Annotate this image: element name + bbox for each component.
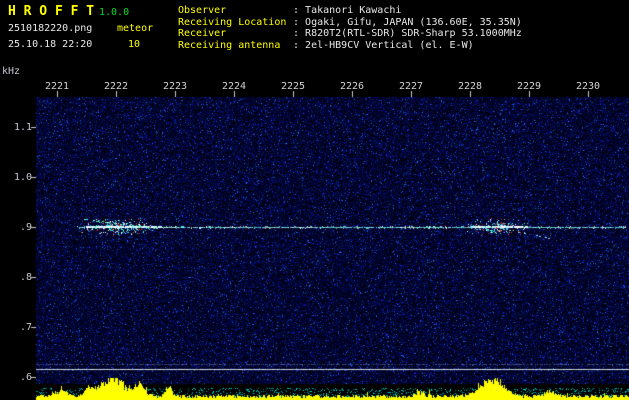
time-tick-label: 2221 bbox=[44, 81, 70, 92]
info-separator: : bbox=[293, 39, 306, 51]
time-tick-label: 2229 bbox=[516, 81, 542, 92]
info-row-receiver: Receiver: R820T2(RTL-SDR) SDR-Sharp 53.1… bbox=[178, 28, 522, 40]
hrofft-output-image: H R O F F T 1.0.0 2510182220.png meteor … bbox=[0, 0, 629, 400]
info-row-location: Receiving Location: Ogaki, Gifu, JAPAN (… bbox=[178, 17, 522, 29]
observation-duration: 10 bbox=[128, 39, 141, 50]
info-separator: : bbox=[293, 5, 306, 16]
time-tick-label: 2226 bbox=[339, 81, 365, 92]
info-label: Receiver bbox=[178, 28, 227, 39]
spectrogram-display bbox=[0, 0, 629, 400]
info-value: R820T2(RTL-SDR) SDR-Sharp 53.1000MHz bbox=[305, 28, 522, 39]
freq-tick-label: .6 bbox=[19, 372, 32, 383]
freq-tick-label: .7 bbox=[19, 322, 32, 333]
time-tick-label: 2225 bbox=[280, 81, 306, 92]
info-separator: : bbox=[293, 16, 306, 28]
info-label: Receiving antenna bbox=[178, 39, 281, 51]
station-info: Observer: Takanori Kawachi Receiving Loc… bbox=[178, 5, 522, 51]
info-value: 2el-HB9CV Vertical (el. E-W) bbox=[305, 39, 474, 51]
info-separator: : bbox=[293, 28, 306, 39]
freq-tick-label: .8 bbox=[19, 272, 32, 283]
time-tick-label: 2228 bbox=[457, 81, 483, 92]
info-row-antenna: Receiving antenna: 2el-HB9CV Vertical (e… bbox=[178, 40, 522, 52]
info-label: Receiving Location bbox=[178, 16, 287, 28]
observation-mode: meteor bbox=[117, 23, 154, 34]
freq-unit-label: kHz bbox=[2, 66, 21, 77]
info-row-observer: Observer: Takanori Kawachi bbox=[178, 5, 522, 17]
time-tick-label: 2227 bbox=[398, 81, 424, 92]
info-value: Ogaki, Gifu, JAPAN (136.60E, 35.35N) bbox=[305, 16, 522, 28]
app-version: 1.0.0 bbox=[99, 7, 130, 18]
info-value: Takanori Kawachi bbox=[305, 5, 402, 16]
output-filename: 2510182220.png bbox=[8, 23, 93, 34]
freq-tick-label: .9 bbox=[19, 222, 32, 233]
freq-tick-label: 1.0 bbox=[13, 172, 32, 183]
observation-datetime: 25.10.18 22:20 bbox=[8, 39, 93, 50]
app-title: H R O F F T bbox=[8, 4, 95, 19]
freq-tick-label: 1.1 bbox=[13, 122, 32, 133]
time-tick-label: 2224 bbox=[221, 81, 247, 92]
time-tick-label: 2223 bbox=[162, 81, 188, 92]
time-tick-label: 2230 bbox=[575, 81, 601, 92]
time-tick-label: 2222 bbox=[103, 81, 129, 92]
info-label: Observer bbox=[178, 5, 227, 16]
